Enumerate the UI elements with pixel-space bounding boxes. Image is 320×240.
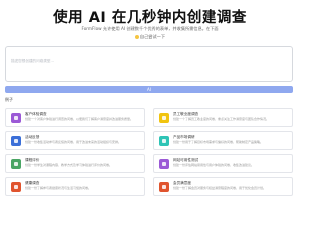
prompt-placeholder: 描述您想创建的问卷类型... [11,59,54,63]
template-icon [11,159,21,169]
example-card[interactable]: 产品市场调研 创建一份用于了解目标市场需求与偏好的问卷，帮助制定产品策略。 [153,131,293,150]
template-icon [159,113,169,123]
page: 使用 AI 在几秒钟内创建调查 FormFlow 允许使用 AI 创建数千个优秀… [0,0,300,200]
example-card-description: 创建一份学生对课程内容、教学方式及学习体验进行评价的问卷。 [25,163,113,167]
example-card[interactable]: 课程评价 创建一份学生对课程内容、教学方式及学习体验进行评价的问卷。 [5,154,145,173]
prompt-textarea[interactable]: 描述您想创建的问卷类型... [5,46,293,82]
example-card-description: 创建一份评估网站易用性与用户体验的问卷，收集改进建议。 [173,163,255,167]
example-card[interactable]: 员工敬业度调查 创建一个了解员工敬业度的问卷，重点关注工作满意度与团队合作情况。 [153,108,293,127]
page-subtitle: FormFlow 允许使用 AI 创建数千个优秀的表单，并收集所需信息。在下面 [81,26,219,31]
try-it-link[interactable]: 自己尝试一下 [0,34,300,40]
generate-button[interactable]: AI [5,86,293,93]
example-card-description: 创建一份用于了解目标市场需求与偏好的问卷，帮助制定产品策略。 [173,140,264,144]
template-icon [11,113,21,123]
example-card-description: 创建一份了解参与者健康状况与生活习惯的问卷。 [25,186,92,190]
example-card-description: 创建一个了解员工敬业度的问卷，重点关注工作满意度与团队合作情况。 [173,117,270,121]
template-icon [11,182,21,192]
template-icon [159,182,169,192]
example-card[interactable]: 网站可用性测试 创建一份评估网站易用性与用户体验的问卷，收集改进建议。 [153,154,293,173]
try-it-label: 自己尝试一下 [139,34,166,39]
example-card[interactable]: 会员满意度 创建一份了解会员对服务与权益满意程度的问卷，用于优化会员计划。 [153,177,293,196]
lightbulb-icon [134,35,139,39]
example-card[interactable]: 客户体验调查 创建一个对客户体验进行调查的问卷，以便我们了解客户满意度并改进服务质… [5,108,145,127]
template-icon [159,136,169,146]
page-title: 使用 AI 在几秒钟内创建调查 [53,10,247,26]
template-icon [159,159,169,169]
example-card-description: 创建一份了解会员对服务与权益满意程度的问卷，用于优化会员计划。 [173,186,267,190]
template-icon [11,136,21,146]
example-card[interactable]: 健康调查 创建一份了解参与者健康状况与生活习惯的问卷。 [5,177,145,196]
example-card[interactable]: 活动反馈 创建一份收集活动参与者反馈的问卷，用于改进未来的活动组织与安排。 [5,131,145,150]
example-card-description: 创建一份收集活动参与者反馈的问卷，用于改进未来的活动组织与安排。 [25,140,122,144]
example-card-description: 创建一个对客户体验进行调查的问卷，以便我们了解客户满意度并改进服务质量。 [25,117,134,121]
examples-label: 例子 [5,97,13,102]
